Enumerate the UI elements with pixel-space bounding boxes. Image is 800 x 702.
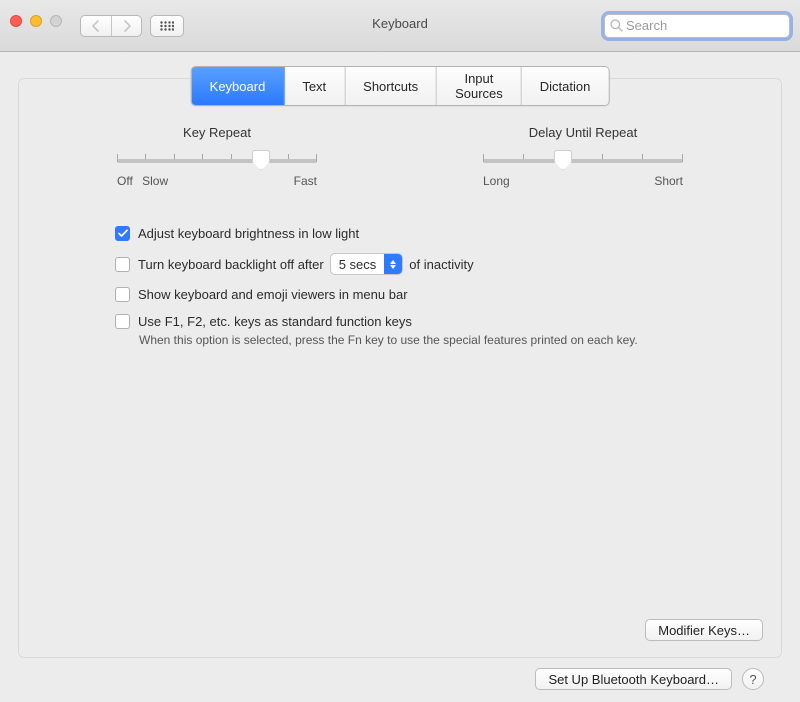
nav-back-button[interactable] bbox=[81, 16, 111, 36]
help-button[interactable]: ? bbox=[742, 668, 764, 690]
modifier-keys-button[interactable]: Modifier Keys… bbox=[645, 619, 763, 641]
checkbox-adjust-brightness[interactable] bbox=[115, 226, 130, 241]
label-backlight-off-after: of inactivity bbox=[409, 257, 473, 272]
hint-fn-keys: When this option is selected, press the … bbox=[139, 333, 721, 347]
key-repeat-label-off: Off bbox=[117, 174, 133, 188]
tab-dictation[interactable]: Dictation bbox=[521, 67, 609, 105]
nav-back-forward bbox=[80, 15, 142, 37]
tab-shortcuts[interactable]: Shortcuts bbox=[344, 67, 436, 105]
show-all-button[interactable] bbox=[150, 15, 184, 37]
tab-keyboard[interactable]: Keyboard bbox=[192, 67, 284, 105]
search-input[interactable] bbox=[626, 18, 800, 33]
key-repeat-slider[interactable] bbox=[117, 150, 317, 172]
delay-until-repeat-slider[interactable] bbox=[483, 150, 683, 172]
label-fn-keys: Use F1, F2, etc. keys as standard functi… bbox=[138, 314, 412, 329]
nav-forward-button[interactable] bbox=[111, 16, 141, 36]
checkmark-icon bbox=[118, 229, 128, 238]
stepper-arrows-icon bbox=[384, 254, 402, 274]
setup-bluetooth-keyboard-button[interactable]: Set Up Bluetooth Keyboard… bbox=[535, 668, 732, 690]
chevron-right-icon bbox=[123, 20, 131, 32]
delay-until-repeat-label-long: Long bbox=[483, 174, 510, 188]
key-repeat-label-fast: Fast bbox=[294, 174, 317, 188]
close-window-button[interactable] bbox=[10, 15, 22, 27]
delay-until-repeat-knob[interactable] bbox=[554, 150, 572, 170]
key-repeat-title: Key Repeat bbox=[117, 125, 317, 140]
checkbox-backlight-off[interactable] bbox=[115, 257, 130, 272]
checkbox-fn-keys[interactable] bbox=[115, 314, 130, 329]
preferences-panel: Keyboard Text Shortcuts Input Sources Di… bbox=[18, 78, 782, 658]
checkbox-show-viewers[interactable] bbox=[115, 287, 130, 302]
key-repeat-label-slow: Slow bbox=[142, 174, 168, 188]
delay-until-repeat-label-short: Short bbox=[654, 174, 683, 188]
select-backlight-timeout[interactable]: 5 secs bbox=[330, 253, 404, 275]
label-backlight-off-before: Turn keyboard backlight off after bbox=[138, 257, 324, 272]
label-show-viewers: Show keyboard and emoji viewers in menu … bbox=[138, 287, 408, 302]
tabs: Keyboard Text Shortcuts Input Sources Di… bbox=[191, 66, 610, 106]
toolbar: Keyboard bbox=[0, 0, 800, 52]
delay-until-repeat-slider-block: Delay Until Repeat Long Short bbox=[483, 125, 683, 188]
key-repeat-slider-block: Key Repeat Off Slow bbox=[117, 125, 317, 188]
label-adjust-brightness: Adjust keyboard brightness in low light bbox=[138, 226, 359, 241]
minimize-window-button[interactable] bbox=[30, 15, 42, 27]
search-icon bbox=[610, 19, 623, 32]
tab-text[interactable]: Text bbox=[283, 67, 344, 105]
delay-until-repeat-title: Delay Until Repeat bbox=[483, 125, 683, 140]
zoom-window-button[interactable] bbox=[50, 15, 62, 27]
key-repeat-knob[interactable] bbox=[252, 150, 270, 170]
search-field-wrap[interactable] bbox=[604, 14, 790, 38]
chevron-left-icon bbox=[92, 20, 100, 32]
window-controls bbox=[10, 15, 62, 27]
grid-icon bbox=[160, 21, 174, 31]
tab-input-sources[interactable]: Input Sources bbox=[436, 67, 521, 105]
select-backlight-timeout-value: 5 secs bbox=[331, 257, 385, 272]
